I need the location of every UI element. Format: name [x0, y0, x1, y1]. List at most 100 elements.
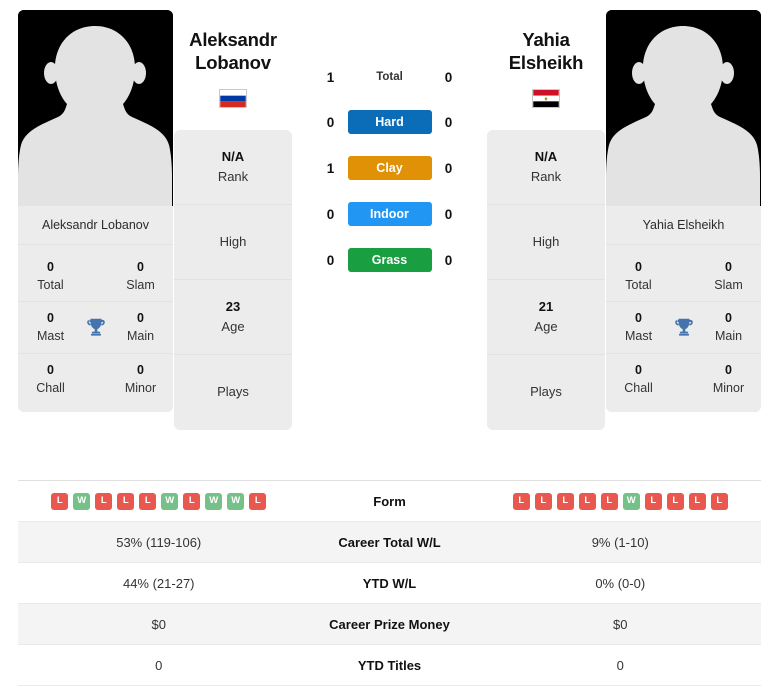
titles-row-mast-main: 0 Mast 0 Main [606, 302, 761, 354]
comparison-table: LWLLLWLWWL Form LLLLLWLLLL 53% (119-106)… [18, 480, 761, 686]
form-right-cell: LLLLLWLLLL [480, 492, 762, 510]
cell-right-value: 9% (1-10) [591, 534, 649, 550]
row-label-career-prize-money: Career Prize Money [329, 616, 450, 632]
player-right-titles-grid: 0 Total 0 Slam 0 Mast 0 Main 0 Chall 0 M… [606, 245, 761, 412]
h2h-label-indoor[interactable]: Indoor [347, 202, 432, 226]
row-label-ytd-wl: YTD W/L [362, 575, 417, 591]
titles-total-value: 0 [47, 260, 54, 274]
cell-right-value: $0 [613, 616, 628, 632]
flag-egypt-icon [532, 88, 560, 108]
titles-minor-value: 0 [725, 362, 732, 377]
h2h-left-score: 1 [326, 160, 335, 176]
info-rank-value: N/A [534, 149, 558, 165]
h2h-right-score: 0 [444, 160, 453, 176]
form-badge-right-3: L [578, 492, 596, 510]
info-rank-value: N/A [221, 149, 245, 165]
titles-chall-value: 0 [635, 362, 642, 377]
row-label-ytd-titles: YTD Titles [357, 657, 422, 673]
h2h-label-total: Total [376, 71, 403, 83]
info-age-label: Age [221, 318, 245, 334]
h2h-row-grass: 0 Grass 0 [310, 248, 470, 272]
player-left-info-card: N/A Rank High 23 Age Plays [174, 129, 292, 430]
titles-mast: 0 Mast [616, 309, 662, 345]
titles-main: 0 Main [118, 309, 164, 345]
info-rank: N/A Rank [487, 130, 605, 205]
info-plays-label: Plays [217, 384, 249, 400]
titles-row-chall-minor: 0 Chall 0 Minor [18, 354, 173, 404]
form-badges-right: LLLLLWLLLL [512, 492, 728, 510]
titles-chall-label: Chall [36, 380, 65, 395]
titles-mast-value: 0 [635, 311, 642, 326]
titles-minor-label: Minor [712, 380, 745, 395]
form-badge-right-6: L [644, 492, 662, 510]
info-plays-label: Plays [530, 384, 562, 400]
player-left-name-column: Aleksandr Lobanov N/A Rank High 23 Age P… [173, 10, 293, 430]
titles-chall: 0 Chall [28, 361, 74, 397]
titles-total: 0 Total [616, 258, 662, 294]
player-avatar-placeholder-icon [18, 10, 173, 206]
player-comparison-page: Aleksandr Lobanov 0 Total 0 Slam 0 Mast … [0, 0, 779, 699]
info-age-value: 23 [225, 299, 241, 315]
info-plays: Plays [487, 355, 605, 430]
h2h-row-total: 1 Total 0 [310, 66, 470, 88]
h2h-right-score: 0 [444, 252, 453, 268]
player-right-card[interactable]: Yahia Elsheikh 0 Total 0 Slam 0 Mast 0 M… [606, 10, 761, 412]
h2h-left-score: 0 [326, 206, 335, 222]
h2h-right-score: 0 [444, 69, 453, 85]
titles-main-value: 0 [137, 311, 144, 326]
player-right-name-column: Yahia Elsheikh N/A Rank High 21 Age Play… [486, 10, 606, 430]
info-age-label: Age [534, 318, 558, 334]
player-right-name-label: Yahia Elsheikh [606, 206, 761, 245]
titles-mast-label: Mast [624, 329, 653, 344]
titles-slam-label: Slam [126, 278, 155, 293]
row-label-career-total-wl: Career Total W/L [338, 534, 441, 550]
table-row-career-prize-money: $0 Career Prize Money $0 [18, 604, 761, 645]
titles-slam-value: 0 [725, 260, 732, 274]
form-badge-right-0: L [512, 492, 530, 510]
form-badge-left-7: W [205, 492, 223, 510]
form-badge-left-1: W [73, 492, 91, 510]
titles-chall: 0 Chall [616, 361, 662, 397]
titles-slam-value: 0 [137, 260, 144, 274]
titles-main-label: Main [714, 329, 743, 344]
h2h-label-hard[interactable]: Hard [347, 110, 432, 134]
player-left-firstname: Aleksandr [189, 29, 277, 50]
h2h-label-clay[interactable]: Clay [347, 156, 432, 180]
titles-total-label: Total [37, 278, 64, 293]
form-badge-left-4: L [139, 492, 157, 510]
form-badge-left-2: L [95, 492, 113, 510]
h2h-left-score: 0 [326, 252, 335, 268]
info-high: High [487, 205, 605, 280]
form-badge-left-0: L [51, 492, 69, 510]
form-badge-left-8: W [227, 492, 245, 510]
h2h-left-score: 1 [326, 69, 335, 85]
titles-row-chall-minor: 0 Chall 0 Minor [606, 354, 761, 404]
h2h-label-grass[interactable]: Grass [347, 248, 432, 272]
player-right-firstname: Yahia [522, 29, 570, 50]
cell-left-value: 53% (119-106) [116, 534, 202, 550]
trophy-icon [81, 316, 111, 338]
titles-minor-value: 0 [137, 362, 144, 377]
form-badge-left-9: L [249, 492, 267, 510]
titles-mast: 0 Mast [28, 309, 74, 345]
info-rank-label: Rank [530, 168, 562, 184]
player-left-lastname: Lobanov [195, 52, 271, 74]
player-left-titles-grid: 0 Total 0 Slam 0 Mast 0 Main 0 Chall 0 M… [18, 245, 173, 412]
titles-slam: 0 Slam [706, 258, 752, 294]
player-right-info-card: N/A Rank High 21 Age Plays [487, 129, 605, 430]
cell-left-value: 44% (21-27) [122, 575, 195, 591]
trophy-icon [669, 316, 699, 338]
form-badge-right-5: W [622, 492, 640, 510]
players-header-section: Aleksandr Lobanov 0 Total 0 Slam 0 Mast … [0, 0, 779, 470]
form-badge-right-4: L [600, 492, 618, 510]
titles-chall-label: Chall [624, 380, 653, 395]
player-left-card[interactable]: Aleksandr Lobanov 0 Total 0 Slam 0 Mast … [18, 10, 173, 412]
h2h-right-score: 0 [444, 206, 453, 222]
titles-minor: 0 Minor [118, 361, 164, 397]
h2h-right-score: 0 [444, 114, 453, 130]
cell-left-value: 0 [155, 657, 163, 673]
row-label-form: Form [373, 493, 406, 509]
titles-main-label: Main [126, 329, 155, 344]
flag-russia-icon [219, 88, 247, 108]
info-age: 21 Age [487, 280, 605, 355]
